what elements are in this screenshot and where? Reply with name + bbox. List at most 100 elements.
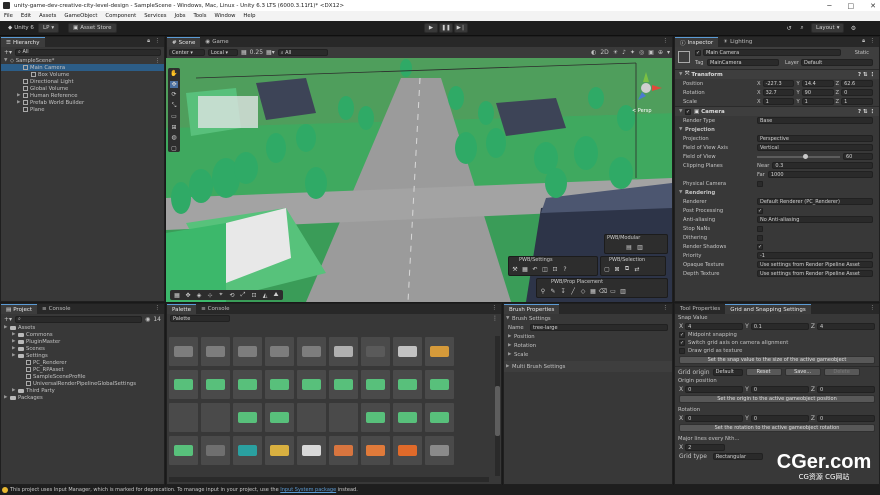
hierarchy-item-plane[interactable]: Plane	[1, 106, 164, 113]
more-icon[interactable]: ⋮	[492, 305, 498, 311]
help-icon[interactable]: ?	[561, 265, 569, 273]
palette-item[interactable]	[425, 403, 454, 432]
origin-x-field[interactable]: 0	[685, 386, 744, 393]
tab-scene[interactable]: # Scene	[167, 37, 201, 47]
view-tool-icon[interactable]: ✋	[170, 70, 178, 78]
undo-icon[interactable]: ↶	[531, 265, 539, 273]
palette-menu-icon[interactable]: ⋮	[492, 315, 498, 322]
bounds-snap-icon[interactable]: ⊡	[250, 291, 258, 299]
position-x-field[interactable]: -227.3	[762, 80, 795, 87]
hierarchy-item-directional-light[interactable]: Directional Light	[1, 78, 164, 85]
search-icon[interactable]: ⌕	[798, 24, 806, 32]
play-button[interactable]: ▶	[424, 23, 438, 33]
tab-console[interactable]: ≡ Console	[37, 304, 75, 314]
more-icon[interactable]: ⋮	[155, 305, 161, 311]
fov-field[interactable]: 60	[843, 153, 873, 160]
object-name-field[interactable]: Main Camera	[703, 49, 841, 56]
input-system-link[interactable]: Input System package	[280, 487, 336, 493]
project-tree-item[interactable]: PC_Renderer	[1, 359, 164, 366]
pin-icon[interactable]: ⚲	[539, 287, 547, 295]
gizmos-icon[interactable]: ⊕	[658, 49, 663, 56]
palette-item[interactable]	[393, 337, 422, 366]
snap-x-field[interactable]: 4	[685, 323, 744, 330]
palette-item[interactable]	[233, 370, 262, 399]
unity-version-button[interactable]: ◆ Unity 6	[4, 23, 38, 33]
slider-thumb[interactable]	[802, 153, 808, 159]
minimize-button[interactable]: ─	[827, 2, 831, 10]
priority-field[interactable]: -1	[757, 252, 873, 259]
brush-rotation-foldout[interactable]: ▶ Rotation	[504, 341, 672, 350]
grid-icon[interactable]: ▦	[521, 265, 529, 273]
move-tool-icon[interactable]: ✥	[170, 80, 178, 89]
palette-item[interactable]	[297, 337, 326, 366]
palette-item[interactable]	[361, 436, 390, 465]
palette-item[interactable]	[233, 337, 262, 366]
close-button[interactable]: ✕	[870, 2, 876, 10]
scroll-thumb[interactable]	[495, 386, 500, 436]
project-tree-item[interactable]: ▶ PluginMaster	[1, 338, 164, 345]
project-tree-item[interactable]: UniversalRenderPipelineGlobalSettings	[1, 380, 164, 387]
scene-row[interactable]: ▼ ◇ SampleScene* ⋮	[1, 57, 164, 64]
palette-tab-field[interactable]: Palette	[170, 315, 230, 322]
settings-icon[interactable]: ⚙	[849, 24, 857, 32]
menu-file[interactable]: File	[4, 13, 13, 19]
scene-search-input[interactable]: ⌕ All	[277, 49, 328, 56]
palette-item[interactable]	[329, 370, 358, 399]
floor-icon[interactable]: ▭	[609, 287, 617, 295]
replace-icon[interactable]: ⇄	[633, 265, 641, 273]
tab-palette-console[interactable]: ≡ Console	[196, 304, 234, 314]
tag-dropdown[interactable]: MainCamera	[707, 59, 779, 66]
brush-icon[interactable]: ⚒	[511, 265, 519, 273]
palette-item[interactable]	[361, 337, 390, 366]
maximize-button[interactable]: □	[848, 2, 855, 10]
palette-item[interactable]	[265, 370, 294, 399]
near-field[interactable]: 0.3	[772, 162, 873, 169]
scale-z-field[interactable]: 1	[841, 98, 874, 105]
snap-z-field[interactable]: 4	[816, 323, 876, 330]
project-tree-item[interactable]: SampleSceneProfile	[1, 373, 164, 380]
palette-item[interactable]	[201, 337, 230, 366]
project-tree-item[interactable]: ▶ Assets	[1, 324, 164, 331]
palette-item[interactable]	[297, 436, 326, 465]
2d-toggle-icon[interactable]: 2D	[600, 49, 608, 56]
more-icon[interactable]: ⋮	[870, 305, 876, 311]
save-button[interactable]: Save...	[784, 368, 821, 376]
step-button[interactable]: ▶❘	[454, 23, 468, 33]
grid-snap-icon[interactable]: ▦	[173, 291, 181, 299]
fov-axis-dropdown[interactable]: Vertical	[757, 144, 873, 151]
tab-game[interactable]: ◉ Game	[200, 37, 233, 47]
scale-y-field[interactable]: 1	[801, 98, 834, 105]
draw-texture-checkbox[interactable]	[679, 348, 685, 354]
palette-item[interactable]	[393, 436, 422, 465]
palette-item[interactable]	[265, 436, 294, 465]
add-icon[interactable]: +▾	[4, 49, 12, 56]
palette-item[interactable]	[361, 370, 390, 399]
brush-name-field[interactable]: tree-large	[530, 324, 668, 331]
tab-inspector[interactable]: ⓘ Inspector	[675, 37, 719, 47]
rotation-y-field[interactable]: 90	[801, 89, 834, 96]
palette-item[interactable]	[329, 436, 358, 465]
anti-aliasing-dropdown[interactable]: No Anti-aliasing	[757, 216, 873, 223]
wall-icon[interactable]: ▥	[619, 287, 627, 295]
position-z-field[interactable]: 62.6	[841, 80, 874, 87]
snap-icon[interactable]: ▦	[241, 49, 247, 56]
rotate-snap-icon[interactable]: ⟲	[228, 291, 236, 299]
transform-tool-icon[interactable]: ⊞	[170, 123, 178, 131]
palette-item[interactable]	[265, 403, 294, 432]
add-icon[interactable]: +▾	[4, 316, 12, 323]
hierarchy-item-box-volume[interactable]: Box Volume	[1, 71, 164, 78]
palette-item[interactable]	[393, 370, 422, 399]
palette-item[interactable]	[361, 403, 390, 432]
projection-foldout[interactable]: ▼ Projection	[675, 125, 879, 134]
palette-item[interactable]	[329, 403, 358, 432]
project-tree-item[interactable]: ▶ Packages	[1, 394, 164, 401]
switch-axis-checkbox[interactable]: ✓	[679, 340, 685, 346]
rotate-tool-icon[interactable]: ⟳	[170, 91, 178, 99]
visibility-icon[interactable]: ◉	[145, 316, 150, 323]
palette-item[interactable]	[169, 370, 198, 399]
brush-tool-icon[interactable]: ✎	[549, 287, 557, 295]
more-icon[interactable]: ⋮	[155, 38, 161, 44]
pivot-snap-icon[interactable]: ⌖	[217, 291, 225, 299]
hierarchy-item-human-reference[interactable]: ▶ Human Reference	[1, 92, 164, 99]
effects-icon[interactable]: ✦	[630, 49, 635, 56]
